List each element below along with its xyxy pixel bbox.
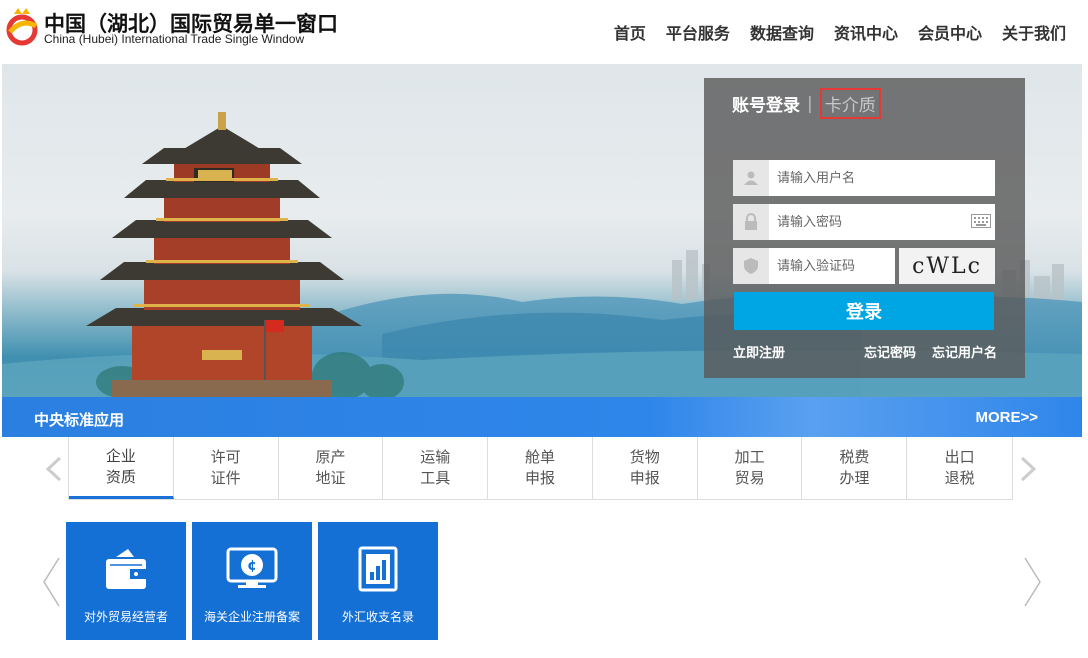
tile-label: 海关企业注册备案 bbox=[203, 610, 300, 624]
slide-prev-icon[interactable] bbox=[40, 556, 62, 608]
tab-label-line1: 货物 bbox=[629, 448, 660, 466]
tab-label-line2: 工具 bbox=[420, 469, 451, 487]
tile-label: 外汇收支名录 bbox=[341, 610, 414, 624]
tab-label-line1: 许可 bbox=[210, 448, 241, 466]
chevron-left-icon[interactable] bbox=[44, 456, 64, 482]
svg-text:¢: ¢ bbox=[247, 558, 257, 574]
captcha-field bbox=[733, 248, 895, 284]
tab-label-line1: 运输 bbox=[420, 448, 451, 466]
nav-item-data-query[interactable]: 数据查询 bbox=[750, 20, 814, 44]
tile-forex-directory[interactable]: 外汇收支名录 bbox=[318, 522, 438, 640]
tab-label-line2: 申报 bbox=[525, 469, 556, 487]
nav-item-member-center[interactable]: 会员中心 bbox=[918, 20, 982, 44]
tab-label-line2: 贸易 bbox=[734, 469, 765, 487]
tab-label-line2: 办理 bbox=[839, 469, 870, 487]
tab-transport-vehicles[interactable]: 运输 工具 bbox=[383, 437, 489, 499]
site-header: 中国（湖北）国际贸易单一窗口 China (Hubei) Internation… bbox=[0, 0, 1088, 64]
tab-certificate-of-origin[interactable]: 原产 地证 bbox=[279, 437, 384, 499]
main-nav: 首页 平台服务 数据查询 资讯中心 会员中心 关于我们 bbox=[614, 20, 1066, 44]
tab-manifest-declaration[interactable]: 舱单 申报 bbox=[488, 437, 593, 499]
section-title: 中央标准应用 bbox=[34, 411, 125, 429]
forgot-username-link[interactable]: 忘记用户名 bbox=[932, 342, 997, 361]
section-header-bar: 中央标准应用 MORE>> bbox=[2, 397, 1082, 437]
tab-label-line2: 证件 bbox=[210, 469, 241, 487]
captcha-image[interactable]: cWLc bbox=[899, 248, 995, 284]
captcha-input[interactable] bbox=[769, 249, 889, 283]
tile-label: 对外贸易经营者 bbox=[83, 610, 168, 624]
wallet-icon bbox=[102, 544, 150, 594]
site-subtitle: China (Hubei) International Trade Single… bbox=[44, 32, 305, 46]
tab-goods-declaration[interactable]: 货物 申报 bbox=[593, 437, 698, 499]
monitor-currency-icon: ¢ bbox=[226, 544, 278, 594]
category-tabs: 企业 资质 许可 证件 原产 地证 运输 工具 舱单 申报 货物 申报 加工 贸… bbox=[68, 437, 1013, 500]
register-link[interactable]: 立即注册 bbox=[733, 342, 785, 361]
keyboard-icon[interactable] bbox=[971, 214, 991, 228]
login-button[interactable]: 登录 bbox=[734, 292, 994, 330]
username-input[interactable] bbox=[769, 161, 959, 195]
lock-icon bbox=[733, 204, 769, 240]
tab-export-tax-refund[interactable]: 出口 退税 bbox=[907, 437, 1012, 499]
login-panel: 账号登录 | 卡介质 cWLc 登录 立即注册 忘记密码 忘记用户名 bbox=[704, 78, 1025, 378]
nav-item-news-center[interactable]: 资讯中心 bbox=[834, 20, 898, 44]
password-field bbox=[733, 204, 995, 240]
tab-label-line1: 出口 bbox=[944, 448, 975, 466]
tab-label-line2: 申报 bbox=[629, 469, 660, 487]
tab-account-login[interactable]: 账号登录 bbox=[732, 91, 800, 116]
username-field bbox=[733, 160, 995, 196]
tab-processing-trade[interactable]: 加工 贸易 bbox=[698, 437, 803, 499]
tab-label-line1: 税费 bbox=[839, 448, 870, 466]
ledger-chart-icon bbox=[356, 544, 400, 594]
tab-label-line1: 舱单 bbox=[525, 448, 556, 466]
tab-label-line1: 加工 bbox=[734, 448, 765, 466]
tab-label-line2: 地证 bbox=[315, 469, 346, 487]
tab-separator: | bbox=[807, 93, 813, 114]
tab-license-certificates[interactable]: 许可 证件 bbox=[174, 437, 279, 499]
chevron-right-icon[interactable] bbox=[1018, 456, 1038, 482]
login-tabs: 账号登录 | 卡介质 bbox=[732, 88, 881, 119]
more-link[interactable]: MORE>> bbox=[975, 409, 1038, 426]
forgot-password-link[interactable]: 忘记密码 bbox=[864, 342, 916, 361]
nav-item-home[interactable]: 首页 bbox=[614, 20, 646, 44]
logo-icon[interactable] bbox=[4, 4, 40, 48]
tile-foreign-trade-operator[interactable]: 对外贸易经营者 bbox=[66, 522, 186, 640]
tab-label-line2: 退税 bbox=[944, 469, 975, 487]
tab-label-line1: 原产 bbox=[315, 448, 346, 466]
nav-item-about-us[interactable]: 关于我们 bbox=[1002, 20, 1066, 44]
slide-next-icon[interactable] bbox=[1022, 556, 1044, 608]
shield-icon bbox=[733, 248, 769, 284]
tab-card-login[interactable]: 卡介质 bbox=[819, 88, 881, 119]
password-input[interactable] bbox=[769, 205, 959, 239]
tab-label-line1: 企业 bbox=[105, 446, 136, 465]
tab-label-line2: 资质 bbox=[105, 467, 136, 486]
tile-customs-registration[interactable]: ¢ 海关企业注册备案 bbox=[192, 522, 312, 640]
user-icon bbox=[733, 160, 769, 196]
tab-tax-processing[interactable]: 税费 办理 bbox=[802, 437, 908, 499]
nav-item-platform-services[interactable]: 平台服务 bbox=[666, 20, 730, 44]
tab-enterprise-qualification[interactable]: 企业 资质 bbox=[69, 437, 174, 499]
